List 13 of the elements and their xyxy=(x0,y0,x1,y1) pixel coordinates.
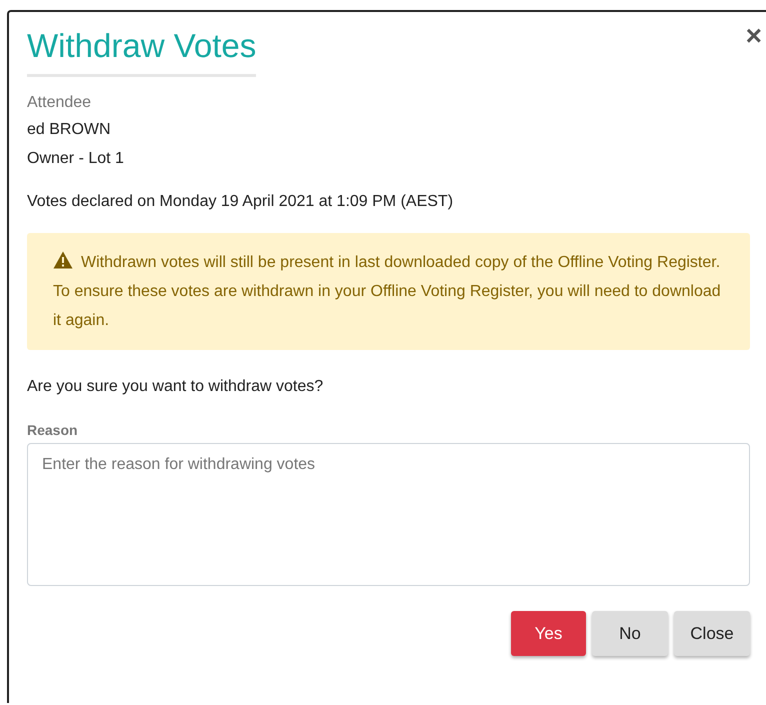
no-button[interactable]: No xyxy=(592,611,668,656)
attendee-name: ed BROWN xyxy=(27,120,112,140)
warning-icon xyxy=(53,251,73,269)
yes-button[interactable]: Yes xyxy=(511,611,586,656)
attendee-label: Attendee xyxy=(27,93,92,113)
reason-label: Reason xyxy=(27,421,79,439)
dialog-title: Withdraw Votes xyxy=(27,26,256,77)
close-button[interactable]: Close xyxy=(674,611,750,656)
reason-field[interactable]: Enter the reason for withdrawing votes xyxy=(27,443,750,586)
warning-alert: Withdrawn votes will still be present in last downloaded copy of the Offline Voting Register. To ensure these votes are withdrawn in your Offline Voting Register, you will need to download it again. xyxy=(27,233,750,350)
declared-text: Votes declared on Monday 19 April 2021 at 1:09 PM (AEST) xyxy=(27,192,454,212)
attendee-role: Owner - Lot 1 xyxy=(27,149,125,169)
question-text: Are you sure you want to withdraw votes? xyxy=(27,377,324,397)
